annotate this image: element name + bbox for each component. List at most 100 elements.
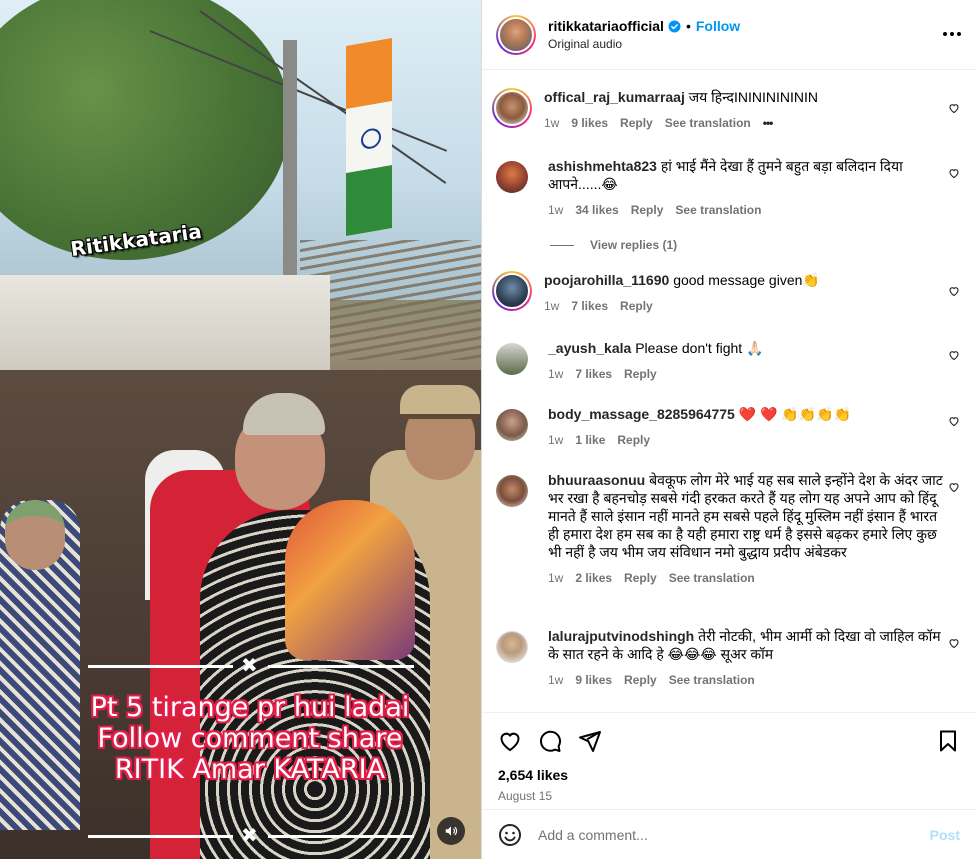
like-comment-heart-icon[interactable] [948,167,960,179]
comment-time[interactable]: 1w [544,297,559,315]
comment-bubble-icon[interactable] [538,729,562,753]
video-caption: Pt 5 tirange pr hui ladai Follow comment… [70,692,430,785]
more-options-button[interactable] [942,24,962,44]
bookmark-icon[interactable] [936,729,960,753]
follow-button[interactable]: Follow [696,18,740,34]
see-translation-button[interactable]: See translation [669,671,755,689]
commenter-avatar[interactable] [496,475,528,507]
original-audio-link[interactable]: Original audio [548,37,740,51]
commenter-username[interactable]: poojarohilla_11690 [544,272,669,288]
caption-divider-bottom: ✖ [88,824,414,848]
audio-toggle-button[interactable] [437,817,465,845]
post-video[interactable]: Ritikkataria ✖ Pt 5 tirange pr hui ladai… [0,0,481,859]
author-avatar[interactable] [496,14,536,55]
reply-button[interactable]: Reply [617,431,650,449]
likes-count[interactable]: 2,654 likes [498,767,960,783]
comment-likes[interactable]: 9 likes [571,114,608,132]
comment-likes[interactable]: 34 likes [575,201,618,219]
instagram-post: Ritikkataria ✖ Pt 5 tirange pr hui ladai… [0,0,976,859]
divider-x-icon: ✖ [241,655,258,677]
comment-time[interactable]: 1w [548,569,563,587]
comment-time[interactable]: 1w [548,201,563,219]
commenter-avatar[interactable] [492,88,532,128]
caption-line: Pt 5 tirange pr hui ladai [90,692,410,723]
police-officer-cap [400,385,480,419]
comment-item: offical_raj_kumarraaj जय हिन्दINININININ… [492,88,962,132]
comment-text: good message given👏 [673,272,820,288]
comment-text: ❤️ ❤️ 👏👏👏👏 [738,406,852,422]
post-date[interactable]: August 15 [498,789,960,803]
commenter-username[interactable]: bhuuraasonuu [548,472,645,488]
like-comment-heart-icon[interactable] [948,349,960,361]
reply-button[interactable]: Reply [624,671,657,689]
commenter-username[interactable]: body_massage_8285964775 [548,406,735,422]
comment-item: bhuuraasonuu बेवकूफ लोग मेरे भाई यह सब स… [496,471,962,587]
comment-likes[interactable]: 9 likes [575,671,612,689]
like-heart-icon[interactable] [498,729,522,753]
emoji-smile-icon[interactable] [498,823,522,847]
replies-line [550,244,574,246]
reply-button[interactable]: Reply [631,201,664,219]
comment-time[interactable]: 1w [544,114,559,132]
like-comment-heart-icon[interactable] [948,481,960,493]
commenter-avatar[interactable] [496,343,528,375]
more-dot-icon [950,32,954,36]
comment-item: ashishmehta823 हां भाई मैंने देखा हैं तु… [496,157,962,219]
more-dot-icon [957,32,961,36]
see-translation-button[interactable]: See translation [675,201,761,219]
comment-item: lalurajputvinodshingh तेरी नोटकी, भीम आर… [496,627,962,689]
view-replies-label: View replies (1) [590,238,678,252]
comment-time[interactable]: 1w [548,671,563,689]
commenter-username[interactable]: _ayush_kala [548,340,631,356]
comment-item: poojarohilla_11690 good message given👏 1… [492,271,962,315]
comment-item: body_massage_8285964775 ❤️ ❤️ 👏👏👏👏 1w 1 … [496,405,962,449]
comment-likes[interactable]: 1 like [575,431,605,449]
commenter-username[interactable]: offical_raj_kumarraaj [544,89,685,105]
view-replies-button[interactable]: View replies (1) [550,238,677,252]
speaker-icon [445,826,458,836]
commenter-avatar[interactable] [496,161,528,193]
post-header: ritikkatariaofficial • Follow Original a… [482,0,976,70]
comment-likes[interactable]: 7 likes [575,365,612,383]
reply-button[interactable]: Reply [620,114,653,132]
reply-button[interactable]: Reply [620,297,653,315]
comments-list[interactable]: offical_raj_kumarraaj जय हिन्दINININININ… [482,71,976,711]
indian-flag [346,37,392,236]
divider-x-icon: ✖ [241,825,258,847]
post-side-panel: ritikkatariaofficial • Follow Original a… [481,0,976,859]
post-comment-button[interactable]: Post [930,827,960,843]
comment-time[interactable]: 1w [548,365,563,383]
author-username[interactable]: ritikkatariaofficial [548,18,664,34]
comment-input[interactable] [538,826,930,843]
caption-divider-top: ✖ [88,654,414,678]
comment-text: जय हिन्दININININININ [688,89,818,105]
share-send-icon[interactable] [578,729,602,753]
comment-likes[interactable]: 2 likes [575,569,612,587]
comment-time[interactable]: 1w [548,431,563,449]
see-translation-button[interactable]: See translation [669,569,755,587]
commenter-avatar[interactable] [496,631,528,663]
caption-line: RITIK Amar KATARIA [114,754,386,785]
comment-options-button[interactable]: ••• [763,114,774,132]
like-comment-heart-icon[interactable] [948,285,960,297]
comment-item: _ayush_kala Please don't fight 🙏🏻 1w 7 l… [496,339,962,383]
more-dot-icon [943,32,947,36]
comment-likes[interactable]: 7 likes [571,297,608,315]
like-comment-heart-icon[interactable] [948,102,960,114]
commenter-username[interactable]: lalurajputvinodshingh [548,628,694,644]
see-translation-button[interactable]: See translation [665,114,751,132]
like-comment-heart-icon[interactable] [948,415,960,427]
caption-line: Follow comment share [97,723,403,754]
like-comment-heart-icon[interactable] [948,637,960,649]
reply-button[interactable]: Reply [624,365,657,383]
reply-button[interactable]: Reply [624,569,657,587]
separator-dot: • [685,18,691,34]
verified-badge-icon [668,20,681,32]
commenter-avatar[interactable] [496,409,528,441]
commenter-username[interactable]: ashishmehta823 [548,158,657,174]
post-actions: 2,654 likes August 15 [482,712,976,808]
commenter-avatar[interactable] [492,271,532,311]
add-comment-bar: Post [482,809,976,859]
woman-scarf [285,500,415,660]
comment-text: Please don't fight 🙏🏻 [635,340,764,356]
